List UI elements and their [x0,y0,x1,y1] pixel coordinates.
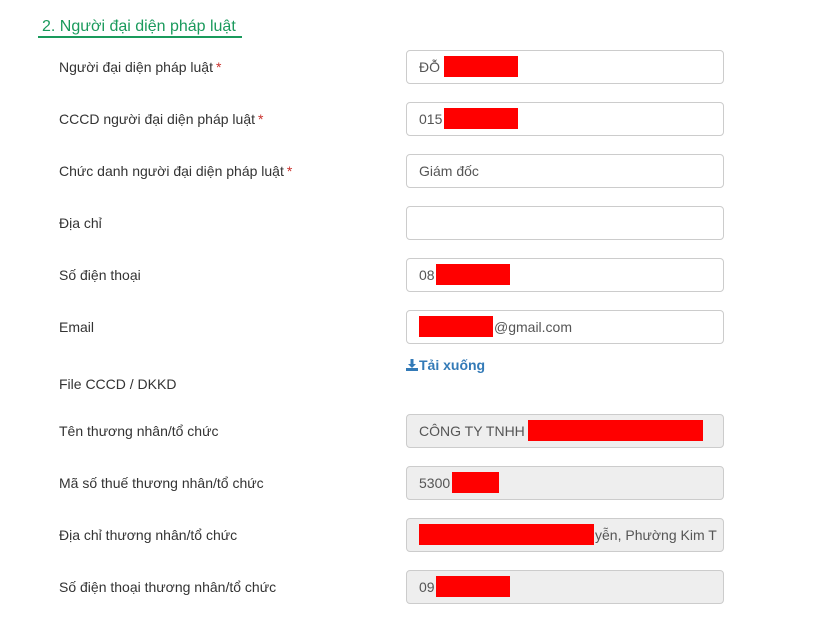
field-row-org-phone: Số điện thoại thương nhân/tổ chức 09 [0,570,817,604]
field-label: Địa chỉ [59,215,102,231]
field-label: Chức danh người đại diện pháp luật * [59,163,293,179]
required-marker: * [258,111,264,127]
field-label: Số điện thoại thương nhân/tổ chức [59,579,277,595]
redaction-block [436,576,510,597]
address-input[interactable] [406,206,724,240]
field-label: CCCD người đại diện pháp luật * [59,111,264,127]
field-label: Mã số thuế thương nhân/tổ chức [59,475,264,491]
redaction-block [444,108,518,129]
redaction-block [419,524,594,545]
representative-id-input[interactable]: 015 [406,102,724,136]
field-row-phone: Số điện thoại 08 [0,258,817,292]
field-row-file: File CCCD / DKKD Tải xuống [0,357,817,401]
redaction-block [452,472,499,493]
field-row-title: Chức danh người đại diện pháp luật * Giám… [0,154,817,188]
redaction-block [528,420,703,441]
redaction-block [419,316,493,337]
field-row-id-number: CCCD người đại diện pháp luật * 015 [0,102,817,136]
field-label: Tên thương nhân/tổ chức [59,423,219,439]
org-phone-input[interactable]: 09 [406,570,724,604]
field-row-email: Email @gmail.com [0,310,817,344]
field-row-address: Địa chỉ [0,206,817,240]
field-label: Email [59,319,95,335]
field-label: File CCCD / DKKD [59,376,177,392]
phone-input[interactable]: 08 [406,258,724,292]
required-marker: * [216,59,222,75]
email-input[interactable]: @gmail.com [406,310,724,344]
field-row-org-name: Tên thương nhân/tổ chức CÔNG TY TNHH [0,414,817,448]
field-label: Người đại diện pháp luật * [59,59,222,75]
field-label: Số điện thoại [59,267,141,283]
download-link[interactable]: Tải xuống [406,355,485,375]
representative-name-input[interactable]: ĐỖ [406,50,724,84]
field-row-tax-code: Mã số thuế thương nhân/tổ chức 5300 [0,466,817,500]
tax-code-input[interactable]: 5300 [406,466,724,500]
section-title: 2. Người đại diện pháp luật [38,16,242,38]
field-label: Địa chỉ thương nhân/tổ chức [59,527,238,543]
redaction-block [444,56,518,77]
field-row-org-address: Địa chỉ thương nhân/tổ chức yễn, Phường … [0,518,817,552]
org-address-input[interactable]: yễn, Phường Kim T [406,518,724,552]
representative-title-input[interactable]: Giám đốc [406,154,724,188]
download-icon [406,359,418,371]
org-name-input[interactable]: CÔNG TY TNHH [406,414,724,448]
required-marker: * [286,163,293,179]
redaction-block [436,264,510,285]
field-row-representative: Người đại diện pháp luật * ĐỖ [0,50,817,84]
